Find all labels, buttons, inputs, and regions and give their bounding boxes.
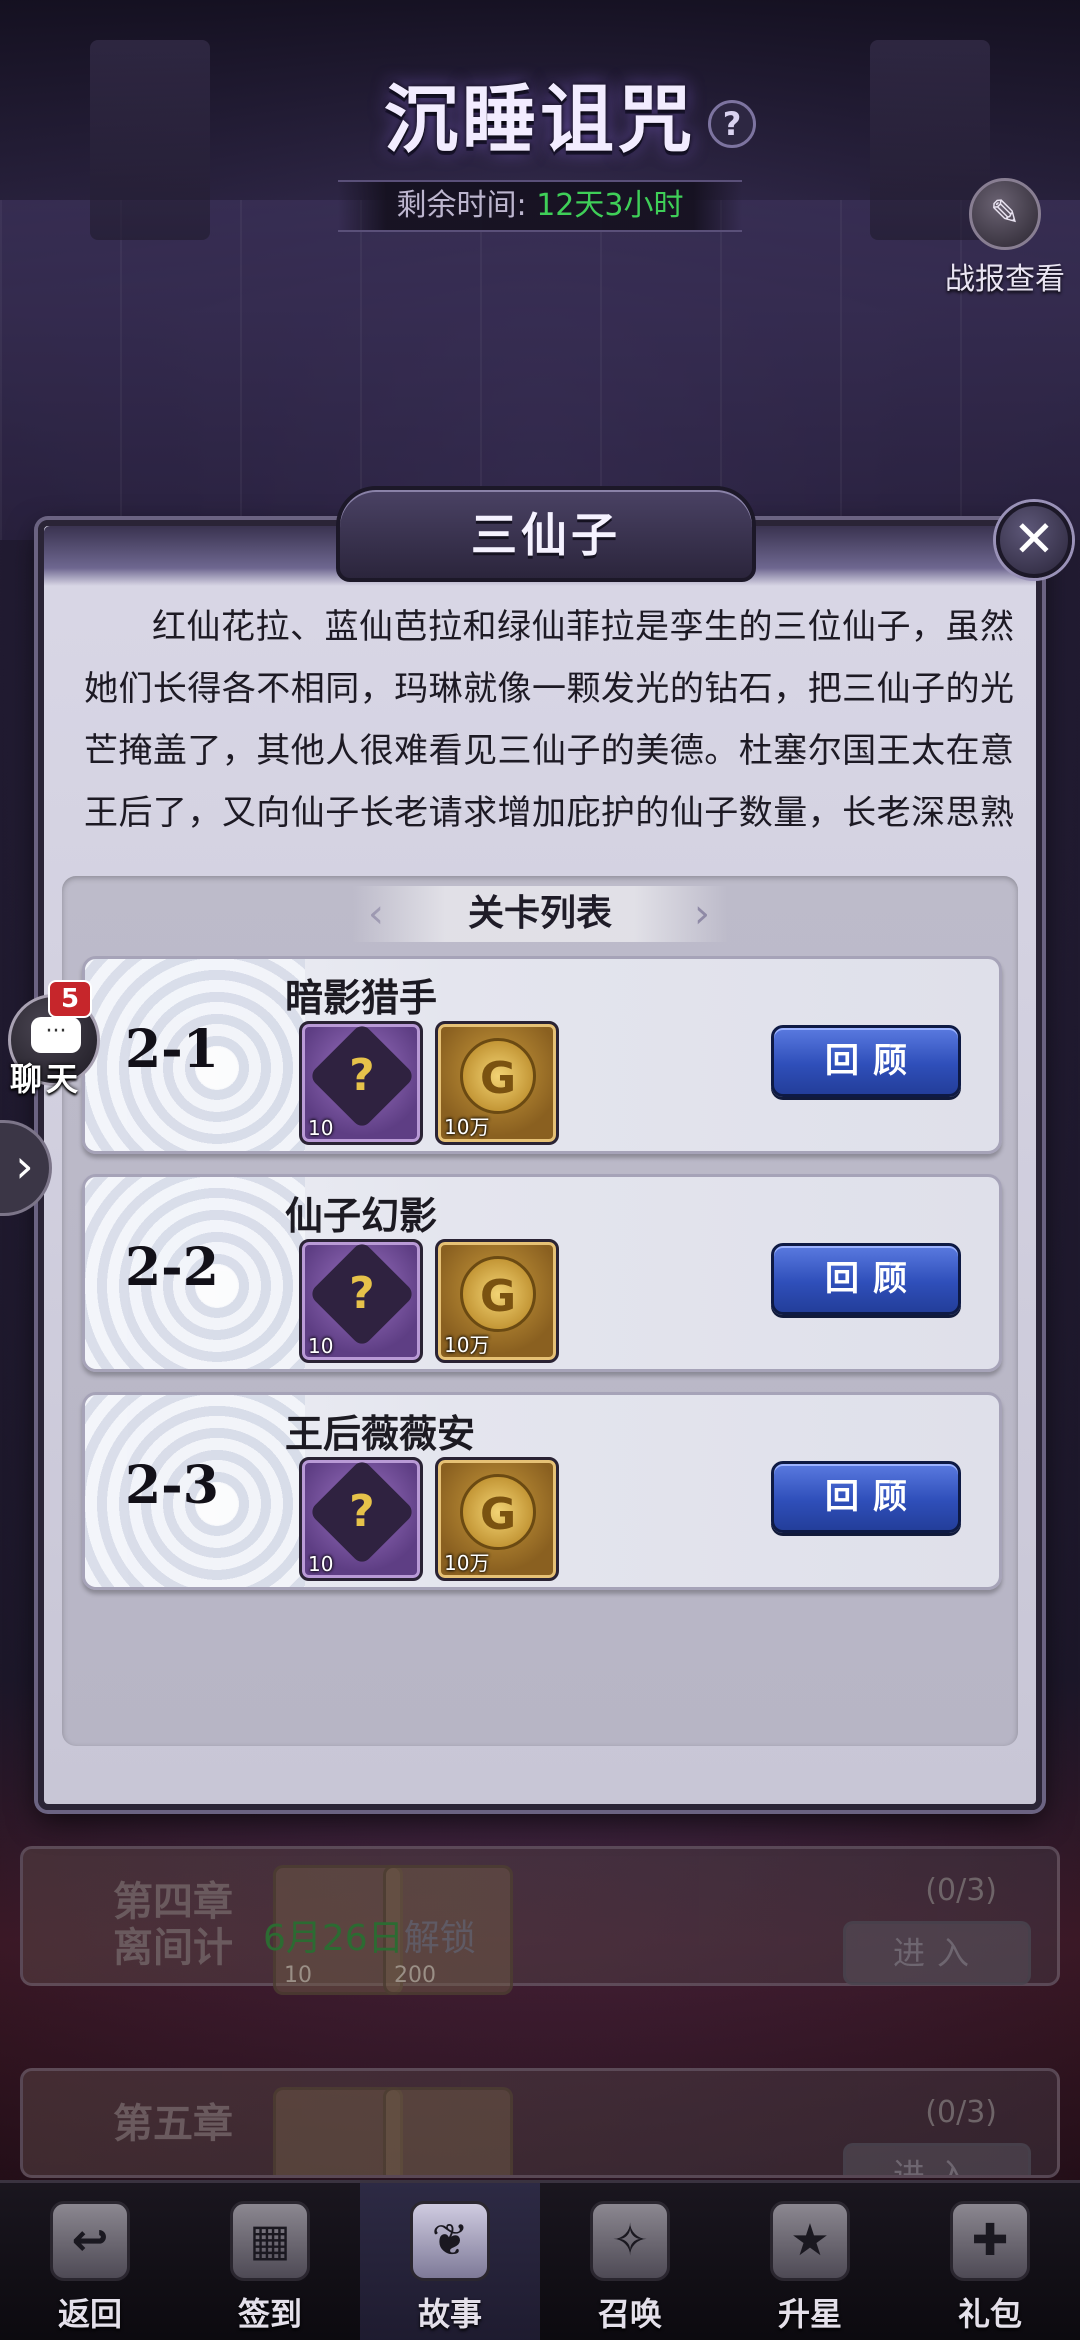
chapter-title-line1: 第四章	[113, 1878, 233, 1925]
scroll-icon: ✧	[590, 2201, 670, 2281]
nav-summon[interactable]: ✧ 召唤	[540, 2183, 720, 2340]
chapter-reward-qty: 10	[284, 1963, 312, 1988]
ornament-right-icon: ›	[694, 891, 710, 937]
chevron-right-icon: ›	[15, 1139, 34, 1193]
chapter-progress: (0/3)	[925, 1873, 997, 1908]
nav-gift-pack[interactable]: ✚ 礼包	[900, 2183, 1080, 2340]
chapter-title: 第四章 离间计	[113, 1879, 233, 1971]
timer-value: 12天3小时	[536, 188, 684, 223]
chapter-title-line2: 离间计	[113, 1924, 233, 1971]
reward-qty: 10	[308, 1116, 334, 1140]
star-badge-icon: ★	[770, 2201, 850, 2281]
stage-name: 王后薇薇安	[285, 1412, 476, 1456]
help-icon[interactable]: ?	[708, 100, 756, 148]
stage-number: 2-1	[125, 1019, 219, 1080]
gold-coin-icon: G	[460, 1256, 536, 1332]
event-timer: 剩余时间: 12天3小时	[338, 180, 742, 232]
reward-qty: 10	[308, 1334, 334, 1358]
chapter-enter-button[interactable]: 进入	[843, 1921, 1031, 1985]
reward-gold[interactable]: G 10万	[435, 1021, 559, 1145]
reward-qty: 10万	[444, 1333, 490, 1357]
reward-gold[interactable]: G 10万	[435, 1457, 559, 1581]
chapter-title-line1: 第五章	[113, 2100, 233, 2147]
chapter-unlock-text: 6月26日解锁	[263, 1909, 476, 1961]
reward-mystery-shard[interactable]: ? 10	[299, 1457, 423, 1581]
nav-label: 礼包	[957, 2295, 1022, 2333]
review-button[interactable]: 回顾	[771, 1461, 961, 1533]
bottom-nav: ↩ 返回 ▦ 签到 ❦ 故事 ✧ 召唤 ★ 升星 ✚ 礼包	[0, 2180, 1080, 2340]
nav-label: 返回	[57, 2295, 122, 2333]
event-title-wrap: 沉睡诅咒	[0, 60, 1080, 167]
reward-mystery-shard[interactable]: ? 10	[299, 1021, 423, 1145]
mystery-hero-icon: ?	[308, 1022, 416, 1130]
stage-row[interactable]: 暗影猎手 2-1 ? 10 G 10万 回顾	[82, 956, 1002, 1154]
chapter-title: 第五章	[113, 2101, 233, 2147]
gift-icon: ✚	[950, 2201, 1030, 2281]
back-icon: ↩	[50, 2201, 130, 2281]
nav-label: 签到	[237, 2295, 302, 2333]
nav-upgrade-star[interactable]: ★ 升星	[720, 2183, 900, 2340]
gold-coin-icon: G	[460, 1474, 536, 1550]
close-icon: ✕	[1013, 510, 1055, 568]
nav-label: 召唤	[597, 2295, 662, 2333]
chapter-enter-button[interactable]: 进入	[843, 2143, 1031, 2175]
review-button[interactable]: 回顾	[771, 1243, 961, 1315]
review-button[interactable]: 回顾	[771, 1025, 961, 1097]
reward-qty: 10万	[444, 1551, 490, 1575]
nav-label: 升星	[777, 2295, 842, 2333]
nav-back[interactable]: ↩ 返回	[0, 2183, 180, 2340]
modal-title: 三仙子	[471, 508, 621, 562]
nav-checkin[interactable]: ▦ 签到	[180, 2183, 360, 2340]
chat-label: 聊天	[10, 1060, 83, 1098]
reward-gold[interactable]: G 10万	[435, 1239, 559, 1363]
chapter-unlock-date: 6月26日	[263, 1918, 404, 1959]
chapter-row[interactable]: 第四章 离间计 10 200 6月26日解锁 (0/3) 进入	[20, 1846, 1060, 1995]
stage-number: 2-3	[125, 1455, 219, 1516]
reward-qty: 10	[308, 1552, 334, 1576]
stage-modal: 三仙子 ✕ 红仙花拉、蓝仙芭拉和绿仙菲拉是孪生的三位仙子，虽然她们长得各不相同，…	[38, 486, 1072, 1810]
stage-row[interactable]: 王后薇薇安 2-3 ? 10 G 10万 回顾	[82, 1392, 1002, 1590]
chapter-row[interactable]: 第五章 (0/3) 进入	[20, 2068, 1060, 2178]
book-icon: ❦	[410, 2201, 490, 2281]
chat-unread-badge: 5	[48, 980, 92, 1018]
chapter-reward-gem	[383, 2087, 513, 2175]
stage-number: 2-2	[125, 1237, 219, 1298]
calendar-icon: ▦	[230, 2201, 310, 2281]
nav-label: 故事	[417, 2295, 482, 2333]
stage-list-title: 关卡列表	[352, 886, 728, 942]
chapter-unlock-word: 解锁	[403, 1918, 476, 1959]
stage-row[interactable]: 仙子幻影 2-2 ? 10 G 10万 回顾	[82, 1174, 1002, 1372]
mystery-hero-icon: ?	[308, 1240, 416, 1348]
battle-report-label: 战报查看	[945, 262, 1065, 297]
stage-name: 暗影猎手	[285, 976, 438, 1020]
gold-coin-icon: G	[460, 1038, 536, 1114]
stage-name: 仙子幻影	[285, 1194, 438, 1238]
mystery-hero-icon: ?	[308, 1458, 416, 1566]
close-button[interactable]: ✕	[996, 502, 1072, 578]
story-text: 红仙花拉、蓝仙芭拉和绿仙菲拉是孪生的三位仙子，虽然她们长得各不相同，玛琳就像一颗…	[84, 607, 1014, 833]
chapter-progress: (0/3)	[925, 2095, 997, 2130]
chat-bubble-icon: ···	[31, 1017, 81, 1053]
quill-icon: ✎	[969, 178, 1041, 250]
modal-title-plate: 三仙子	[336, 486, 756, 582]
battle-report-button[interactable]: ✎ 战报查看	[940, 178, 1070, 298]
nav-story[interactable]: ❦ 故事	[360, 2183, 540, 2340]
stage-list-panel: ‹ 关卡列表 › 暗影猎手 2-1 ? 10 G 10万 回顾 仙子幻影 2-2…	[62, 876, 1018, 1746]
reward-mystery-shard[interactable]: ? 10	[299, 1239, 423, 1363]
chapter-reward-qty: 200	[394, 1963, 436, 1988]
reward-qty: 10万	[444, 1115, 490, 1139]
timer-label: 剩余时间:	[396, 188, 527, 223]
event-title: 沉睡诅咒	[384, 77, 696, 163]
